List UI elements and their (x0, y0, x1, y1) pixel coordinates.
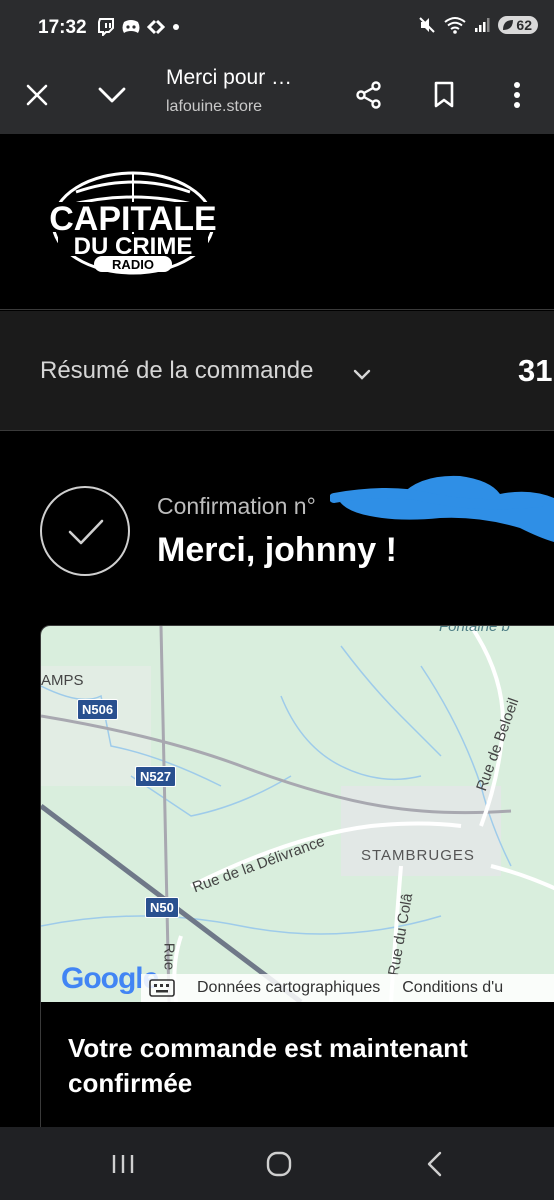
page-url[interactable]: lafouine.store (166, 98, 262, 116)
delivery-map[interactable]: AMPS Fontaine b Rue de Beloeil Rue de la… (41, 626, 554, 1002)
status-bar: 17:32 62 (0, 0, 554, 56)
bookmark-button[interactable] (426, 56, 462, 134)
system-icons: 62 (418, 16, 538, 34)
more-button[interactable] (500, 56, 534, 134)
road-badge-n50: N50 (145, 897, 179, 918)
home-button[interactable] (256, 1127, 302, 1200)
back-button[interactable] (412, 1127, 458, 1200)
site-header: CAPITALE DU CRIME RADIO (0, 134, 554, 310)
recent-apps-button[interactable] (100, 1127, 146, 1200)
map-roads (41, 626, 554, 1002)
close-button[interactable] (16, 56, 58, 134)
site-logo[interactable]: CAPITALE DU CRIME RADIO (36, 170, 230, 276)
map-label-fontaine: Fontaine b (439, 626, 510, 635)
check-icon (68, 519, 104, 545)
map-terms-link[interactable]: Conditions d'u (402, 979, 503, 997)
home-icon (266, 1151, 292, 1176)
signal-icon (475, 18, 490, 32)
share-button[interactable] (350, 56, 388, 134)
system-nav-bar (0, 1127, 554, 1200)
map-label-amps: AMPS (41, 672, 84, 689)
bookmark-icon (434, 81, 454, 108)
order-summary-label: Résumé de la commande (40, 357, 314, 384)
confirmation-check (40, 486, 130, 576)
map-label-stambruges: STAMBRUGES (361, 847, 475, 864)
mute-icon (419, 17, 436, 33)
share-icon (356, 81, 381, 109)
map-attribution: Données cartographiques Conditions d'u (141, 974, 554, 1002)
more-icon (514, 82, 520, 108)
browser-toolbar: Merci pour … lafouine.store (0, 56, 554, 134)
map-label-rue: Rue (160, 942, 178, 971)
chevron-down-icon (98, 87, 126, 103)
chevron-down-icon (353, 369, 371, 380)
back-icon (427, 1151, 442, 1176)
leaf-icon (503, 20, 514, 30)
road-badge-n506: N506 (77, 699, 119, 720)
page-title: Merci pour … (166, 66, 293, 89)
thank-you-heading: Merci, johnny ! (157, 531, 397, 569)
battery-indicator: 62 (498, 16, 538, 34)
minimize-button[interactable] (92, 56, 132, 134)
notification-icons (97, 18, 181, 36)
confirmation-number: Confirmation n° (157, 493, 316, 519)
keyboard-icon[interactable] (149, 979, 175, 997)
status-time: 17:32 (38, 17, 87, 38)
discord-icon (122, 20, 140, 33)
map-data-link[interactable]: Données cartographiques (197, 979, 380, 997)
order-status-card: AMPS Fontaine b Rue de Beloeil Rue de la… (40, 625, 554, 1145)
battery-level: 62 (516, 17, 532, 33)
order-confirmed-heading: Votre commande est maintenant confirmée (68, 1033, 468, 1098)
recent-apps-icon (112, 1154, 134, 1173)
order-summary-toggle[interactable]: Résumé de la commande 31 (0, 311, 554, 431)
logo-text-line3: RADIO (112, 257, 154, 272)
logo-text-line2: DU CRIME (74, 233, 193, 260)
carrefour-icon (147, 19, 165, 35)
dot-icon (173, 24, 179, 30)
twitch-icon (98, 18, 114, 36)
wifi-icon (444, 17, 467, 34)
road-badge-n527: N527 (135, 766, 177, 787)
close-icon (26, 84, 48, 106)
order-total: 31 (518, 353, 553, 388)
